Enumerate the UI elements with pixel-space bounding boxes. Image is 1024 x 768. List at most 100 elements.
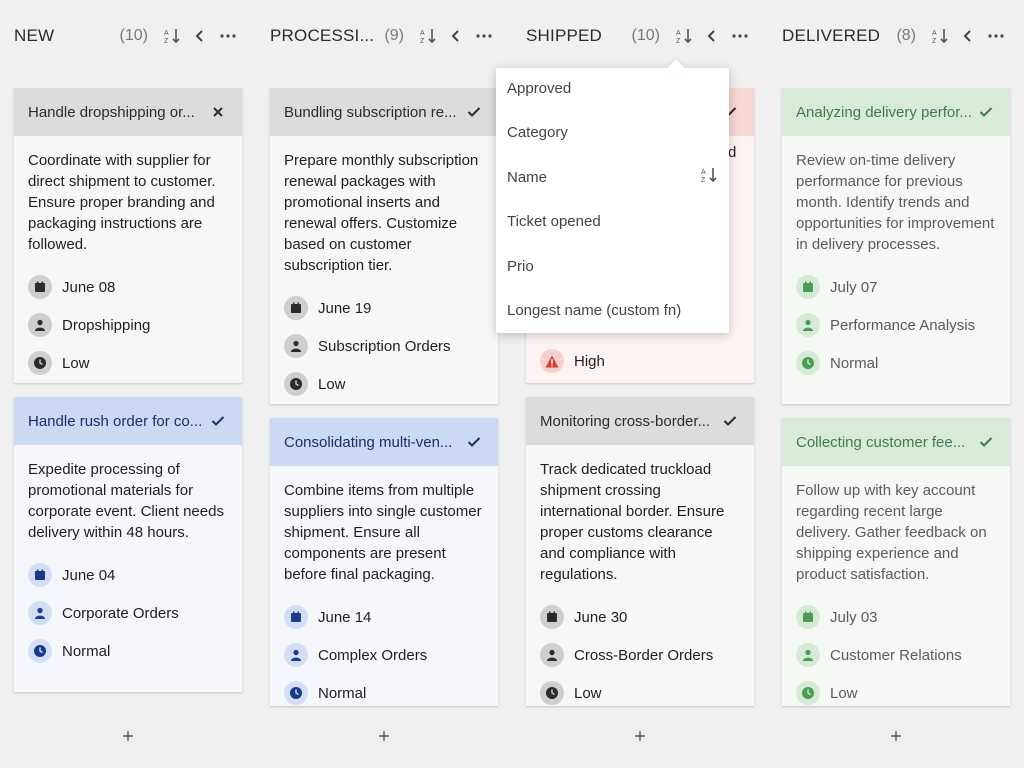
- sort-option-prio[interactable]: Prio: [496, 244, 729, 289]
- column-count: (9): [384, 27, 404, 44]
- card-description: Expedite processing of promotional mater…: [28, 461, 224, 541]
- check-icon[interactable]: [976, 102, 996, 122]
- card-header: Consolidating multi-ven...: [270, 418, 498, 466]
- column-count: (10): [631, 27, 660, 44]
- card-priority: Low: [284, 365, 484, 403]
- sort-option-name[interactable]: Name AZ: [496, 155, 729, 200]
- column-delivered: DELIVERED (8) AZ Analyzing delivery perf…: [782, 0, 1010, 768]
- add-card-button[interactable]: [886, 726, 906, 746]
- column-header: SHIPPED (10) AZ: [526, 20, 754, 52]
- column-processing: PROCESSI... (9) AZ Bundling subscription…: [270, 0, 498, 768]
- sort-option-longest-name[interactable]: Longest name (custom fn): [496, 289, 729, 334]
- clock-icon: [284, 681, 308, 705]
- card-title: Monitoring cross-border...: [540, 412, 711, 430]
- card-priority: Low: [28, 344, 228, 382]
- more-options-icon[interactable]: [214, 22, 242, 50]
- collapse-chevron-icon[interactable]: [442, 22, 470, 50]
- check-icon[interactable]: [464, 432, 484, 452]
- column-title: NEW: [14, 26, 55, 45]
- card-date: June 04: [28, 556, 228, 594]
- person-icon: [28, 313, 52, 337]
- column-new: NEW (10) AZ Handle dropshipping or... Co…: [14, 0, 242, 768]
- column-count: (8): [896, 27, 916, 44]
- sort-option-approved[interactable]: Approved: [496, 66, 729, 111]
- svg-text:Z: Z: [164, 38, 169, 45]
- sort-option-ticket-opened[interactable]: Ticket opened: [496, 200, 729, 245]
- task-card[interactable]: Consolidating multi-ven... Combine items…: [270, 418, 498, 706]
- collapse-chevron-icon[interactable]: [698, 22, 726, 50]
- task-card[interactable]: Monitoring cross-border... Track dedicat…: [526, 397, 754, 706]
- person-icon: [796, 643, 820, 667]
- person-icon: [284, 643, 308, 667]
- card-description: Combine items from multiple suppliers in…: [284, 482, 482, 583]
- sort-icon[interactable]: AZ: [158, 22, 186, 50]
- calendar-icon: [28, 563, 52, 587]
- card-title: Collecting customer fee...: [796, 433, 966, 451]
- check-icon[interactable]: [464, 102, 484, 122]
- task-card[interactable]: Handle dropshipping or... Coordinate wit…: [14, 88, 242, 383]
- svg-text:Z: Z: [676, 38, 681, 45]
- check-icon[interactable]: [720, 411, 740, 431]
- sort-icon[interactable]: AZ: [414, 22, 442, 50]
- column-header: NEW (10) AZ: [14, 20, 242, 52]
- card-header: Handle dropshipping or...: [14, 88, 242, 136]
- card-date: July 07: [796, 268, 996, 306]
- svg-text:Z: Z: [932, 38, 937, 45]
- close-icon[interactable]: [208, 102, 228, 122]
- more-options-icon[interactable]: [982, 22, 1010, 50]
- column-header: PROCESSI... (9) AZ: [270, 20, 498, 52]
- card-title: Bundling subscription re...: [284, 103, 457, 121]
- task-card[interactable]: Collecting customer fee... Follow up wit…: [782, 418, 1010, 706]
- task-card[interactable]: Bundling subscription re... Prepare mont…: [270, 88, 498, 404]
- column-count: (10): [119, 27, 148, 44]
- card-description-fragment: d: [728, 144, 737, 161]
- person-icon: [540, 643, 564, 667]
- check-icon[interactable]: [208, 411, 228, 431]
- card-category: Performance Analysis: [796, 306, 996, 344]
- card-date: June 19: [284, 289, 484, 327]
- svg-text:Z: Z: [420, 38, 425, 45]
- collapse-chevron-icon[interactable]: [954, 22, 982, 50]
- more-options-icon[interactable]: [726, 22, 754, 50]
- card-title: Handle rush order for co...: [28, 412, 203, 430]
- sort-icon[interactable]: AZ: [926, 22, 954, 50]
- add-card-button[interactable]: [118, 726, 138, 746]
- warning-icon: [540, 349, 564, 373]
- card-priority: Normal: [28, 632, 228, 670]
- clock-icon: [284, 372, 308, 396]
- svg-text:A: A: [701, 169, 706, 176]
- card-category: Customer Relations: [796, 636, 996, 674]
- clock-icon: [28, 351, 52, 375]
- column-title: DELIVERED: [782, 26, 881, 45]
- card-category: Dropshipping: [28, 306, 228, 344]
- collapse-chevron-icon[interactable]: [186, 22, 214, 50]
- task-card[interactable]: Analyzing delivery perfor... Review on-t…: [782, 88, 1010, 404]
- add-card-button[interactable]: [374, 726, 394, 746]
- column-title: SHIPPED: [526, 26, 603, 45]
- card-description: Review on-time delivery performance for …: [796, 152, 995, 253]
- clock-icon: [796, 351, 820, 375]
- check-icon[interactable]: [976, 432, 996, 452]
- card-header: Handle rush order for co...: [14, 397, 242, 445]
- card-category: Cross-Border Orders: [540, 636, 740, 674]
- card-date: June 14: [284, 598, 484, 636]
- add-card-button[interactable]: [630, 726, 650, 746]
- more-options-icon[interactable]: [470, 22, 498, 50]
- card-header: Monitoring cross-border...: [526, 397, 754, 445]
- column-header: DELIVERED (8) AZ: [782, 20, 1010, 52]
- sort-icon[interactable]: AZ: [670, 22, 698, 50]
- sort-dropdown-menu: Approved Category Name AZ Ticket opened …: [496, 68, 729, 333]
- sort-option-category[interactable]: Category: [496, 111, 729, 156]
- calendar-icon: [284, 296, 308, 320]
- card-date: July 03: [796, 598, 996, 636]
- calendar-icon: [28, 275, 52, 299]
- task-card[interactable]: Handle rush order for co... Expedite pro…: [14, 397, 242, 692]
- card-priority: Low: [540, 674, 740, 706]
- kanban-board: NEW (10) AZ Handle dropshipping or... Co…: [0, 0, 1024, 768]
- svg-text:Z: Z: [701, 177, 706, 184]
- clock-icon: [796, 681, 820, 705]
- card-title: Consolidating multi-ven...: [284, 433, 453, 451]
- svg-text:A: A: [420, 30, 425, 37]
- svg-text:A: A: [164, 30, 169, 37]
- person-icon: [796, 313, 820, 337]
